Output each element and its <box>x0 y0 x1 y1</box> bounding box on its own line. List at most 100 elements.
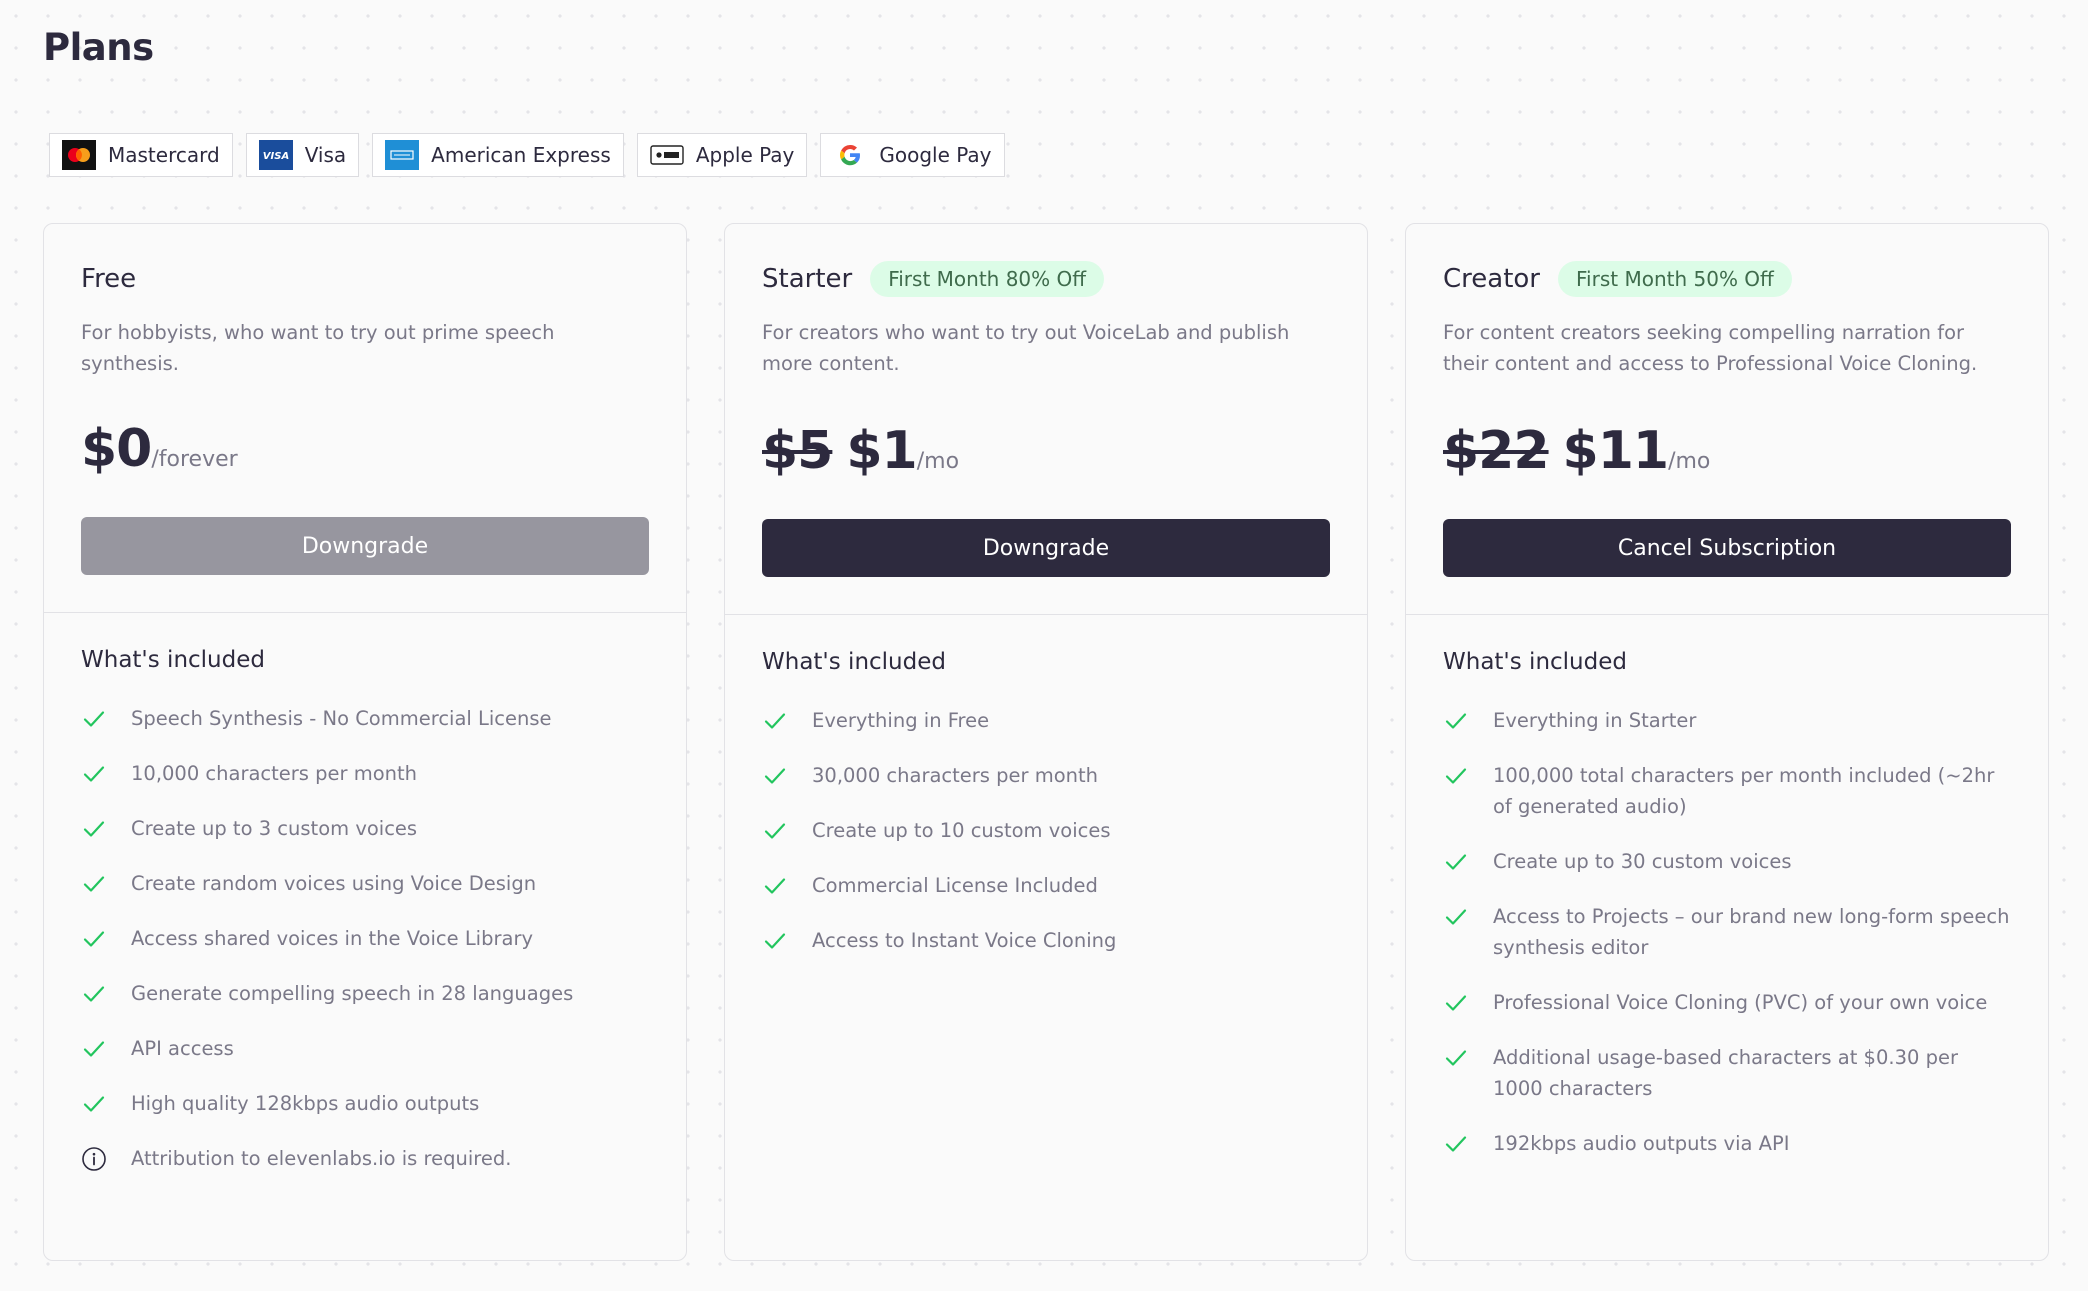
feature-item: Everything in Free <box>762 705 1330 736</box>
included-title: What's included <box>81 647 265 673</box>
discount-badge: First Month 80% Off <box>870 261 1105 297</box>
feature-item: Access to Projects – our brand new long-… <box>1443 901 2011 963</box>
feature-text: Commercial License Included <box>812 874 1098 897</box>
google-pay-icon <box>833 140 867 170</box>
feature-item: API access <box>81 1033 649 1064</box>
plan-title-row: Creator First Month 50% Off <box>1443 260 2011 298</box>
plan-price-unit: /mo <box>1668 449 1711 474</box>
feature-text: Access shared voices in the Voice Librar… <box>131 927 533 950</box>
check-icon <box>81 1033 107 1064</box>
feature-text: Create up to 30 custom voices <box>1493 850 1792 873</box>
feature-item: Access to Instant Voice Cloning <box>762 925 1330 956</box>
plan-name: Free <box>81 264 137 294</box>
feature-item: Access shared voices in the Voice Librar… <box>81 923 649 954</box>
price-row: $22 $11 /mo <box>1443 421 2011 481</box>
feature-item: Professional Voice Cloning (PVC) of your… <box>1443 987 2011 1018</box>
plan-price-old: $5 <box>762 421 833 481</box>
plan-card-header: Creator First Month 50% Off For content … <box>1406 224 2048 615</box>
plan-cards: Free For hobbyists, who want to try out … <box>43 223 2049 1261</box>
payment-chip-visa: VISA Visa <box>245 133 360 177</box>
check-icon <box>81 758 107 789</box>
feature-item: 10,000 characters per month <box>81 758 649 789</box>
feature-item: 30,000 characters per month <box>762 760 1330 791</box>
svg-text:VISA: VISA <box>262 151 288 162</box>
plan-price: $11 <box>1562 421 1670 481</box>
cancel-subscription-button[interactable]: Cancel Subscription <box>1443 519 2011 577</box>
feature-text: Speech Synthesis - No Commercial License <box>131 707 552 730</box>
price-row: $5 $1 /mo <box>762 421 1330 481</box>
price-row: $0 /forever <box>81 419 649 479</box>
feature-text: Attribution to elevenlabs.io is required… <box>131 1147 512 1170</box>
feature-item: Create up to 3 custom voices <box>81 813 649 844</box>
plan-description: For hobbyists, who want to try out prime… <box>81 321 555 375</box>
plan-card-starter: Starter First Month 80% Off For creators… <box>724 223 1368 1261</box>
feature-item: Create random voices using Voice Design <box>81 868 649 899</box>
info-icon <box>81 1143 107 1174</box>
check-icon <box>1443 1128 1469 1159</box>
check-icon <box>81 703 107 734</box>
payment-label-google-pay: Google Pay <box>879 143 992 167</box>
feature-item: Speech Synthesis - No Commercial License <box>81 703 649 734</box>
page-title: Plans <box>43 26 154 69</box>
feature-text: 30,000 characters per month <box>812 764 1099 787</box>
payment-label-visa: Visa <box>304 143 347 167</box>
apple-pay-icon <box>650 140 684 170</box>
discount-badge: First Month 50% Off <box>1558 261 1792 297</box>
plan-description: For creators who want to try out VoiceLa… <box>762 321 1290 375</box>
payment-label-apple-pay: Apple Pay <box>695 143 795 167</box>
payment-chip-mastercard: Mastercard <box>49 133 233 177</box>
plan-price-unit: /mo <box>916 449 960 474</box>
check-icon <box>762 815 788 846</box>
downgrade-button[interactable]: Downgrade <box>762 519 1330 577</box>
check-icon <box>81 813 107 844</box>
feature-text: Everything in Starter <box>1493 709 1697 732</box>
check-icon <box>762 870 788 901</box>
feature-text: 100,000 total characters per month inclu… <box>1493 764 1995 818</box>
feature-item: 100,000 total characters per month inclu… <box>1443 760 2011 822</box>
plan-features: What's included Everything in Starter 10… <box>1406 615 2048 1159</box>
feature-text: Access to Instant Voice Cloning <box>812 929 1117 952</box>
plan-price: $0 <box>81 419 152 479</box>
feature-text: High quality 128kbps audio outputs <box>131 1092 480 1115</box>
feature-text: Everything in Free <box>812 709 990 732</box>
included-title: What's included <box>762 649 946 675</box>
feature-text: Additional usage-based characters at $0.… <box>1493 1046 1958 1100</box>
feature-text: API access <box>131 1037 234 1060</box>
feature-text: 192kbps audio outputs via API <box>1493 1132 1790 1155</box>
downgrade-button[interactable]: Downgrade <box>81 517 649 575</box>
feature-text: Access to Projects – our brand new long-… <box>1493 905 2010 959</box>
plan-price: $1 <box>846 421 917 481</box>
check-icon <box>762 760 788 791</box>
plan-price-old: $22 <box>1443 421 1550 481</box>
feature-item: Create up to 30 custom voices <box>1443 846 2011 877</box>
check-icon <box>1443 901 1469 932</box>
plan-title-row: Free <box>81 260 649 298</box>
feature-text: Create random voices using Voice Design <box>131 872 537 895</box>
check-icon <box>1443 1042 1469 1073</box>
plan-card-header: Free For hobbyists, who want to try out … <box>44 224 686 613</box>
check-icon <box>81 978 107 1009</box>
payment-label-amex: American Express <box>431 143 611 167</box>
feature-item: Everything in Starter <box>1443 705 2011 736</box>
check-icon <box>1443 987 1469 1018</box>
feature-item: Attribution to elevenlabs.io is required… <box>81 1143 649 1174</box>
feature-item: Commercial License Included <box>762 870 1330 901</box>
payment-chip-amex: American Express <box>372 133 624 177</box>
plan-features: What's included Speech Synthesis - No Co… <box>44 613 686 1174</box>
feature-item: Create up to 10 custom voices <box>762 815 1330 846</box>
payment-methods: Mastercard VISA Visa American Express Ap… <box>49 133 1005 177</box>
feature-item: 192kbps audio outputs via API <box>1443 1128 2011 1159</box>
check-icon <box>762 925 788 956</box>
plan-name: Starter <box>762 264 853 294</box>
check-icon <box>81 1088 107 1119</box>
payment-chip-google-pay: Google Pay <box>820 133 1005 177</box>
feature-text: Professional Voice Cloning (PVC) of your… <box>1493 991 1988 1014</box>
payment-label-mastercard: Mastercard <box>108 143 220 167</box>
check-icon <box>81 868 107 899</box>
amex-icon <box>385 140 420 170</box>
check-icon <box>1443 705 1469 736</box>
plan-features: What's included Everything in Free 30,00… <box>725 615 1367 956</box>
plan-card-creator: Creator First Month 50% Off For content … <box>1405 223 2049 1261</box>
plan-card-free: Free For hobbyists, who want to try out … <box>43 223 687 1261</box>
feature-item: Additional usage-based characters at $0.… <box>1443 1042 2011 1104</box>
